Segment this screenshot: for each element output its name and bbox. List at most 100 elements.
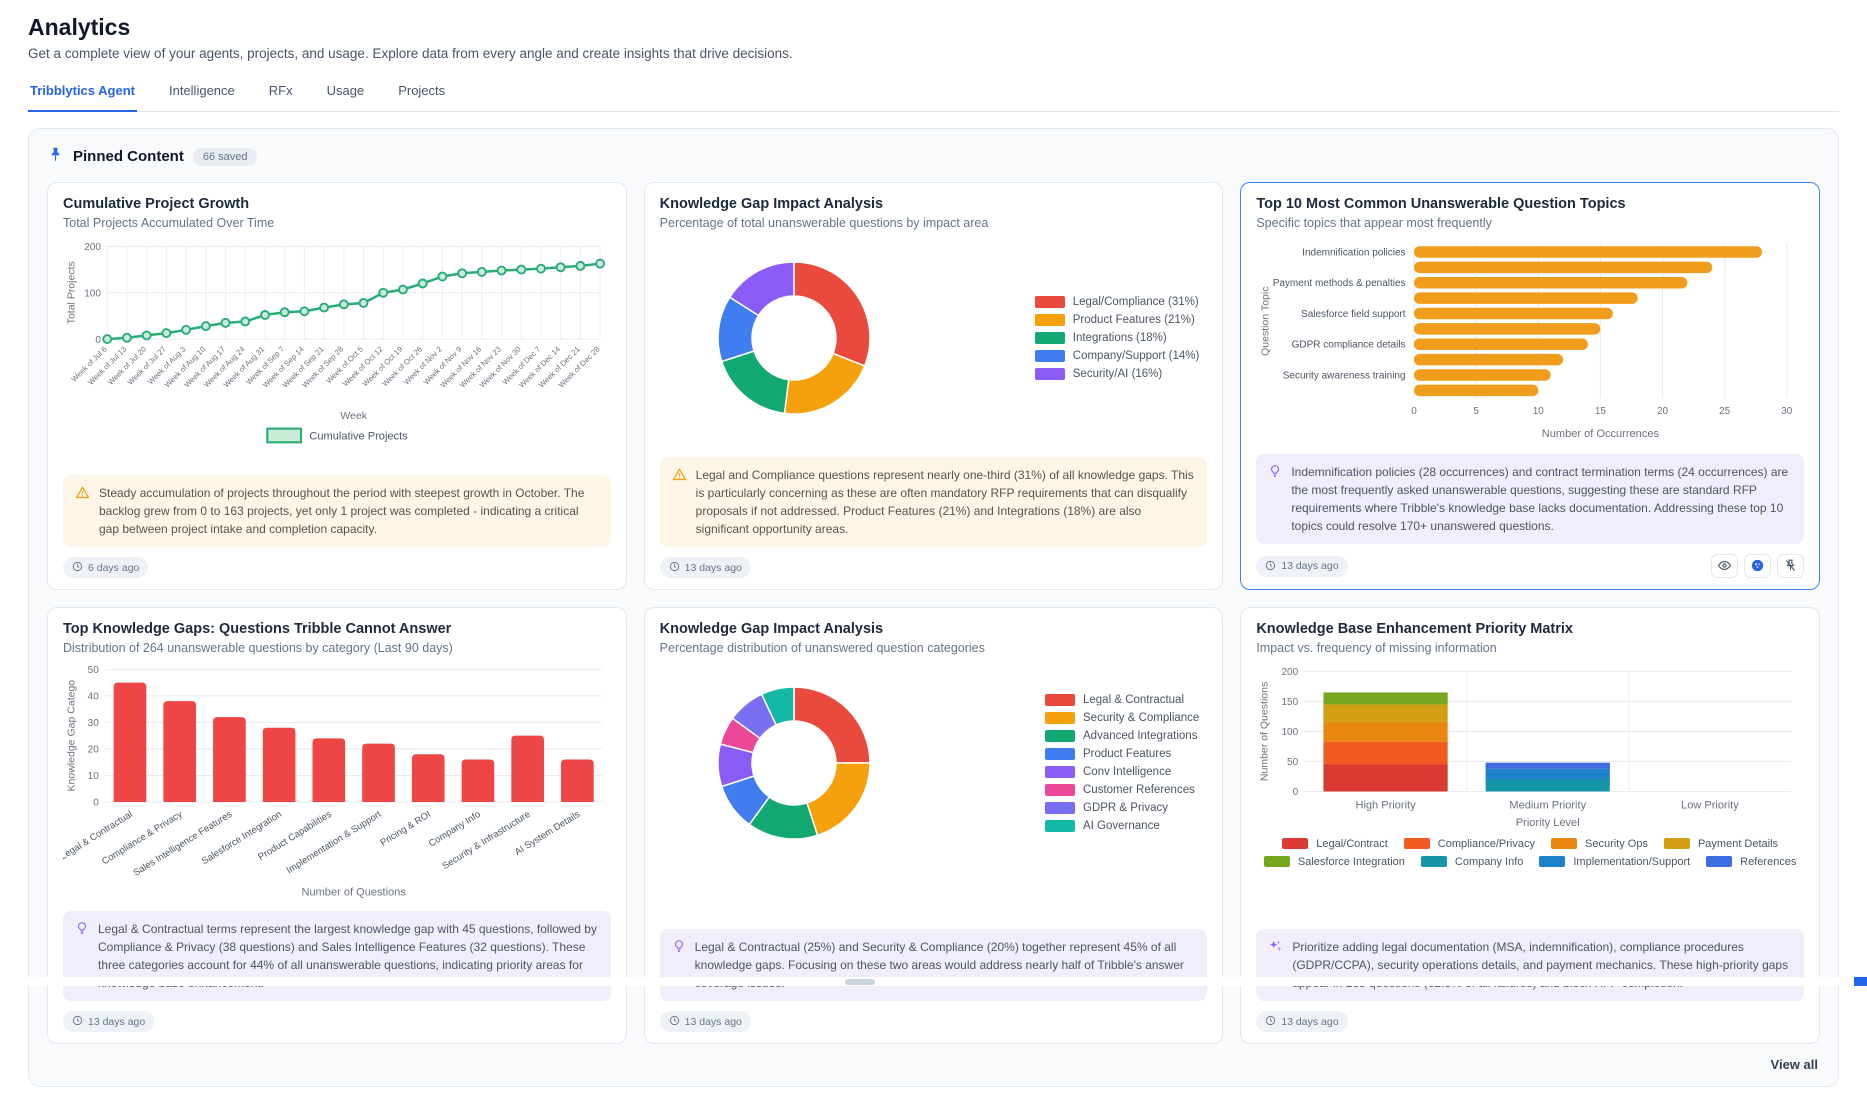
svg-text:GDPR compliance details: GDPR compliance details [1292, 340, 1406, 351]
svg-text:25: 25 [1719, 406, 1731, 417]
clock-icon [669, 561, 680, 575]
card-title: Knowledge Gap Impact Analysis [660, 621, 1208, 637]
card-actions [1711, 554, 1804, 578]
svg-text:0: 0 [1412, 406, 1418, 417]
svg-text:20: 20 [1657, 406, 1669, 417]
timestamp-pill: 13 days ago [63, 1011, 154, 1032]
legend-item: GDPR & Privacy [1045, 802, 1199, 814]
timestamp-text: 13 days ago [1281, 560, 1338, 572]
unpin-button[interactable] [1777, 554, 1804, 578]
legend-item: Product Features [1045, 748, 1199, 760]
legend-swatch [1706, 856, 1732, 867]
view-button[interactable] [1711, 554, 1738, 578]
card-title: Cumulative Project Growth [63, 196, 611, 212]
legend-item: Conv Intelligence [1045, 766, 1199, 778]
annotation-recommendation: Prioritize adding legal documentation (M… [1256, 929, 1804, 1001]
legend-swatch [1035, 332, 1065, 344]
svg-text:Number of Questions: Number of Questions [1259, 682, 1271, 781]
svg-text:15: 15 [1595, 406, 1607, 417]
legend-swatch [1045, 730, 1075, 742]
insights-button[interactable] [1744, 554, 1771, 578]
svg-text:30: 30 [1782, 406, 1794, 417]
svg-text:Total Projects: Total Projects [66, 261, 78, 324]
legend-swatch [1045, 802, 1075, 814]
legend-item: Legal & Contractual [1045, 694, 1199, 706]
legend-item: Security Ops [1551, 838, 1648, 850]
tab-tribblytics-agent[interactable]: Tribblytics Agent [28, 77, 137, 112]
svg-text:20: 20 [88, 745, 100, 756]
legend-swatch [1045, 694, 1075, 706]
view-all-link[interactable]: View all [1771, 1057, 1818, 1072]
svg-text:40: 40 [88, 692, 100, 703]
tab-usage[interactable]: Usage [325, 77, 367, 111]
pin-icon [47, 146, 64, 168]
legend-item: Integrations (18%) [1035, 332, 1200, 344]
line-chart: 0100200Week of Jul 6Week of Jul 13Week o… [63, 238, 611, 451]
svg-text:Security awareness training: Security awareness training [1283, 370, 1406, 381]
legend-swatch [1035, 350, 1065, 362]
lightbulb-icon [1268, 464, 1282, 535]
timestamp-text: 13 days ago [685, 562, 742, 574]
card-knowledge-gap-impact-analysis[interactable]: Knowledge Gap Impact Analysis Percentage… [644, 182, 1224, 590]
legend-swatch [1035, 368, 1065, 380]
svg-text:0: 0 [95, 335, 101, 346]
svg-text:50: 50 [1287, 758, 1299, 769]
card-subtitle: Percentage distribution of unanswered qu… [660, 641, 1208, 655]
svg-text:Indemnification policies: Indemnification policies [1302, 247, 1405, 258]
annotation-text: Steady accumulation of projects througho… [99, 484, 599, 538]
vertical-bar-chart: 01020304050Legal & ContractualCompliance… [63, 663, 611, 901]
donut-chart: Legal & ContractualSecurity & Compliance… [660, 663, 1208, 863]
insights-icon [1750, 558, 1765, 576]
clock-icon [72, 1015, 83, 1029]
timestamp-pill: 13 days ago [1256, 1011, 1347, 1032]
timestamp-text: 13 days ago [88, 1016, 145, 1028]
card-cumulative-project-growth[interactable]: Cumulative Project Growth Total Projects… [47, 182, 627, 590]
scrollbar-thumb[interactable] [845, 979, 875, 985]
svg-text:Payment methods & penalties: Payment methods & penalties [1273, 278, 1406, 289]
page-title: Analytics [28, 14, 1839, 41]
tab-projects[interactable]: Projects [396, 77, 447, 111]
svg-text:Compliance & Privacy: Compliance & Privacy [100, 809, 185, 868]
svg-text:Security & Infrastructure: Security & Infrastructure [440, 809, 532, 872]
svg-text:10: 10 [88, 772, 100, 783]
analytics-page: Analytics Get a complete view of your ag… [0, 0, 1867, 1105]
legend-swatch [1264, 856, 1290, 867]
page-subtitle: Get a complete view of your agents, proj… [28, 46, 1839, 61]
horizontal-scrollbar[interactable] [0, 977, 1867, 986]
card-top-10-unanswerable-topics[interactable]: Top 10 Most Common Unanswerable Question… [1240, 182, 1820, 590]
annotation-text: Legal and Compliance questions represent… [696, 466, 1196, 538]
legend-swatch [1045, 820, 1075, 832]
legend-swatch [1045, 766, 1075, 778]
svg-text:50: 50 [88, 665, 100, 676]
card-subtitle: Specific topics that appear most frequen… [1256, 216, 1804, 230]
scrollbar-corner [1854, 977, 1867, 986]
legend-swatch [1035, 296, 1065, 308]
warning-icon [672, 467, 687, 538]
tab-rfx[interactable]: RFx [267, 77, 295, 111]
svg-text:High Priority: High Priority [1356, 800, 1417, 812]
timestamp-pill: 13 days ago [1256, 556, 1347, 577]
legend-item: Legal/Compliance (31%) [1035, 296, 1200, 308]
svg-text:Knowledge Gap Catego: Knowledge Gap Catego [66, 680, 78, 792]
warning-icon [75, 485, 90, 538]
legend-item: Implementation/Support [1539, 856, 1690, 868]
card-subtitle: Total Projects Accumulated Over Time [63, 216, 611, 230]
svg-text:30: 30 [88, 719, 100, 730]
card-title: Knowledge Base Enhancement Priority Matr… [1256, 621, 1804, 637]
svg-text:Cumulative Projects: Cumulative Projects [309, 431, 408, 443]
legend-item: Payment Details [1664, 838, 1778, 850]
annotation-insight: Legal & Contractual (25%) and Security &… [660, 929, 1208, 1001]
legend-item: Legal/Contract [1282, 838, 1388, 850]
card-subtitle: Impact vs. frequency of missing informat… [1256, 641, 1804, 655]
stacked-bar-chart: 050100150200High PriorityMedium Priority… [1256, 663, 1804, 868]
annotation-insight: Legal & Contractual terms represent the … [63, 911, 611, 1001]
timestamp-text: 6 days ago [88, 562, 139, 574]
svg-text:Implementation & Support: Implementation & Support [285, 809, 384, 877]
pinned-section-title: Pinned Content [73, 148, 184, 165]
clock-icon [1265, 1015, 1276, 1029]
svg-text:Pricing & ROI: Pricing & ROI [379, 809, 433, 849]
legend-swatch [1045, 784, 1075, 796]
tab-intelligence[interactable]: Intelligence [167, 77, 237, 111]
legend-swatch [1404, 838, 1430, 849]
clock-icon [669, 1015, 680, 1029]
